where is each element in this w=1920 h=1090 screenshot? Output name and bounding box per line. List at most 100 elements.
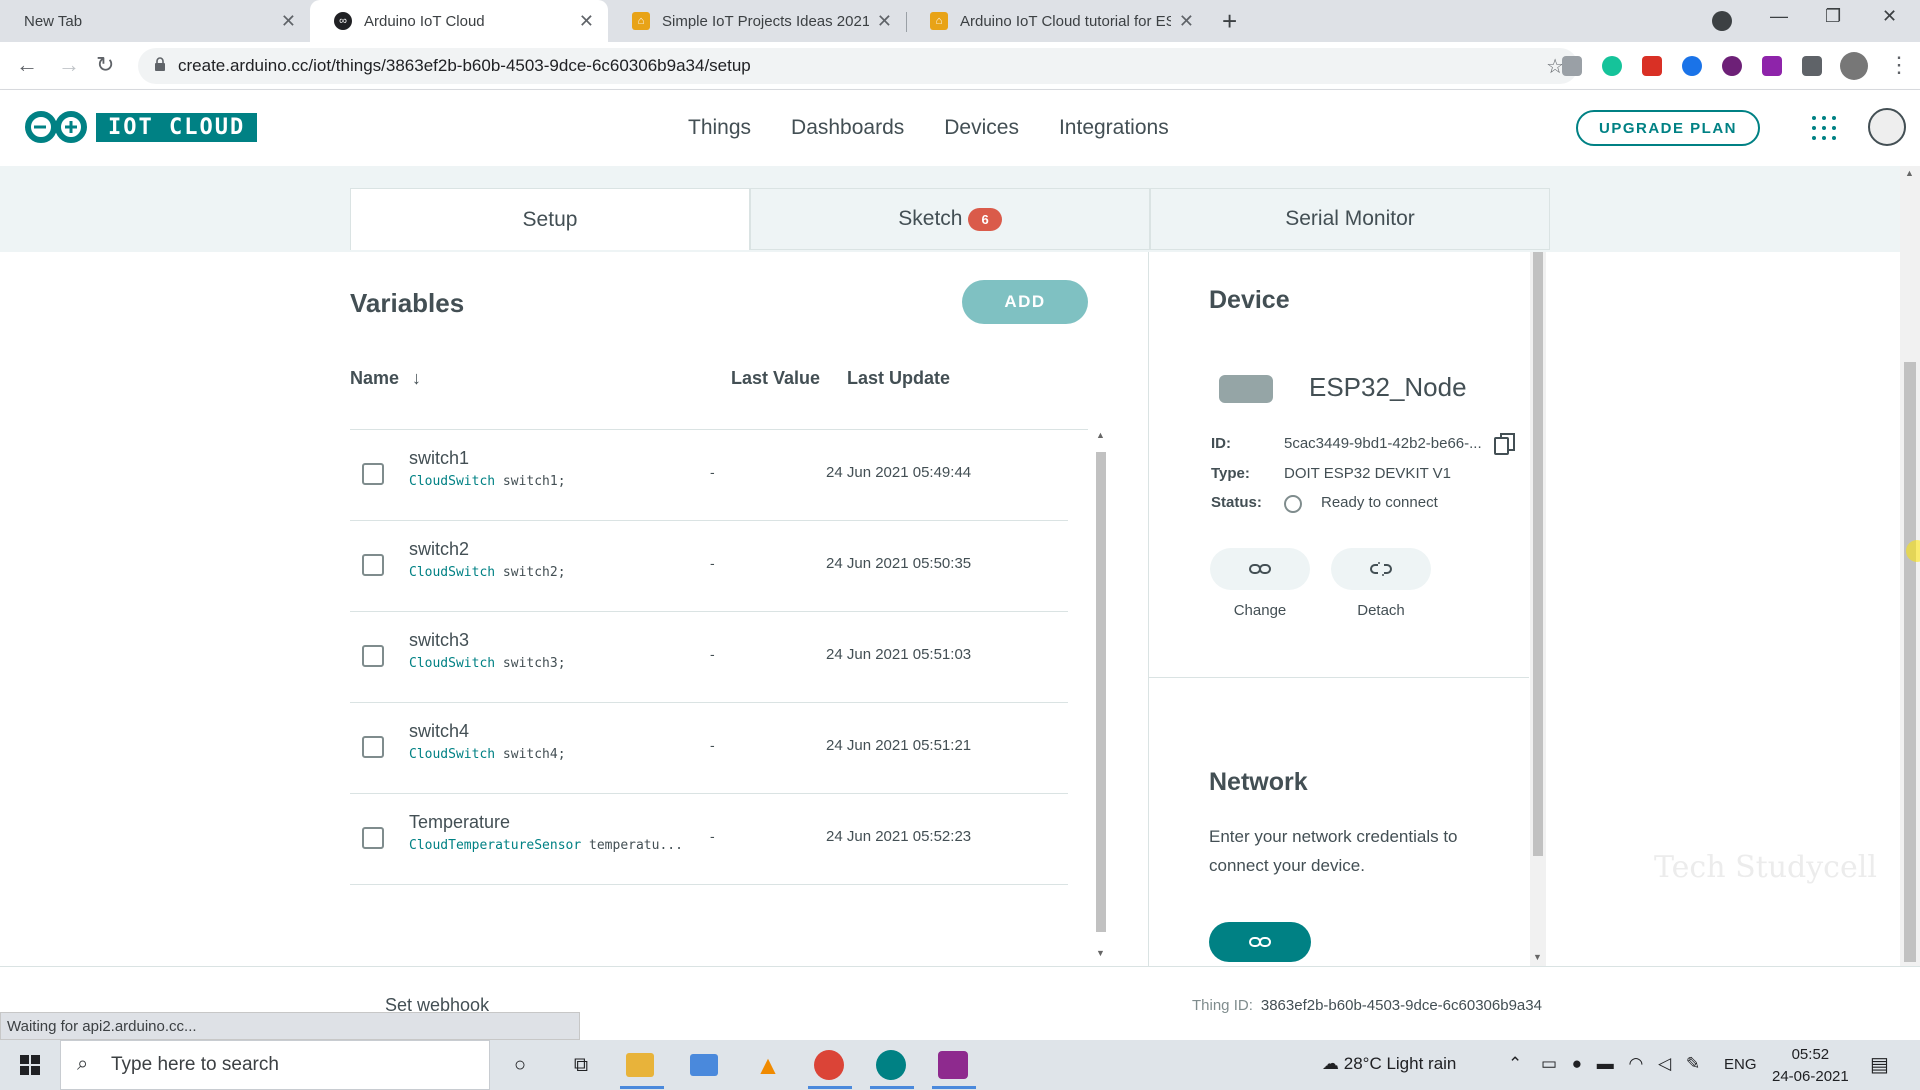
scrollbar-thumb[interactable] — [1096, 452, 1106, 932]
table-row[interactable]: Temperature CloudTemperatureSensor tempe… — [350, 794, 1068, 885]
profile-avatar[interactable] — [1840, 52, 1868, 80]
scroll-down-arrow-icon[interactable]: ▼ — [1096, 948, 1105, 958]
nav-devices[interactable]: Devices — [944, 116, 1019, 140]
task-view-icon[interactable]: ⧉ — [565, 1049, 597, 1081]
puzzle-icon[interactable] — [1802, 56, 1822, 76]
minimize-icon[interactable]: — — [1770, 6, 1788, 27]
wifi-icon[interactable]: ◠ — [1629, 1054, 1644, 1073]
cortana-icon[interactable]: ○ — [504, 1049, 536, 1081]
row-checkbox[interactable] — [362, 463, 384, 485]
arduino-ide-icon[interactable] — [876, 1050, 906, 1080]
page-scrollbar[interactable]: ▲ — [1900, 166, 1920, 966]
flash-icon[interactable] — [1642, 56, 1662, 76]
tray-icons[interactable]: ⌃ ▭ ● ▬ ◠ ◁ ✎ — [1508, 1054, 1700, 1074]
variable-type: CloudSwitch — [409, 656, 496, 671]
scroll-down-arrow-icon[interactable]: ▼ — [1533, 952, 1542, 962]
row-checkbox[interactable] — [362, 736, 384, 758]
variable-name[interactable]: switch3 — [409, 630, 469, 651]
variable-declaration: CloudSwitch switch3; — [409, 656, 566, 671]
table-row[interactable]: switch4 CloudSwitch switch4; - 24 Jun 20… — [350, 703, 1068, 794]
taskbar-search-input[interactable]: ⌕ Type here to search — [60, 1040, 490, 1090]
notification-icon[interactable]: ▤ — [1870, 1052, 1889, 1077]
scroll-up-arrow-icon[interactable]: ▲ — [1096, 430, 1105, 440]
configure-network-button[interactable] — [1209, 922, 1311, 962]
variable-declaration: CloudSwitch switch4; — [409, 747, 566, 762]
detach-label[interactable]: Detach — [1331, 602, 1431, 619]
apps-grid-icon[interactable] — [1812, 116, 1836, 140]
close-icon[interactable]: ✕ — [877, 11, 892, 32]
clock-time: 05:52 — [1791, 1046, 1830, 1063]
back-icon[interactable]: ← — [16, 52, 38, 78]
grammarly-icon[interactable] — [1602, 56, 1622, 76]
globe-extension-icon[interactable] — [1682, 56, 1702, 76]
table-row[interactable]: switch2 CloudSwitch switch2; - 24 Jun 20… — [350, 521, 1068, 612]
tab-search-icon[interactable] — [1712, 11, 1732, 31]
logo[interactable]: IOT CLOUD — [24, 110, 258, 144]
table-row[interactable]: switch3 CloudSwitch switch3; - 24 Jun 20… — [350, 612, 1068, 703]
k-extension-icon[interactable] — [1722, 56, 1742, 76]
variable-last-value: - — [710, 828, 715, 844]
volume-icon[interactable]: ◁ — [1658, 1054, 1671, 1073]
row-checkbox[interactable] — [362, 554, 384, 576]
close-icon[interactable]: ✕ — [1179, 11, 1194, 32]
scrollbar-thumb[interactable] — [1533, 252, 1543, 856]
window-close-icon[interactable]: ✕ — [1882, 6, 1897, 27]
address-bar[interactable]: create.arduino.cc/iot/things/3863ef2b-b6… — [138, 48, 1578, 84]
nav-things[interactable]: Things — [688, 116, 751, 140]
vlc-icon[interactable]: ▲ — [752, 1049, 784, 1081]
col-last-update-header: Last Update — [847, 368, 951, 388]
screen-recorder-icon[interactable] — [938, 1051, 968, 1079]
power-icon[interactable]: ▬ — [1597, 1054, 1614, 1073]
scrollbar-thumb[interactable] — [1904, 362, 1916, 962]
tab-serial-monitor[interactable]: Serial Monitor — [1150, 188, 1550, 250]
restore-icon[interactable]: ❐ — [1825, 6, 1841, 27]
windows-start-icon[interactable] — [20, 1055, 40, 1075]
close-icon[interactable]: ✕ — [281, 11, 296, 32]
chevron-up-icon[interactable]: ⌃ — [1508, 1054, 1522, 1073]
reload-icon[interactable]: ↻ — [96, 52, 114, 78]
browser-tab-arduino[interactable]: ∞ Arduino IoT Cloud ✕ — [310, 0, 608, 42]
pen-icon[interactable]: ✎ — [1686, 1054, 1700, 1073]
col-name-header[interactable]: Name ↓ — [350, 368, 421, 389]
change-device-button[interactable] — [1210, 548, 1310, 590]
detach-device-button[interactable] — [1331, 548, 1431, 590]
taskbar-clock[interactable]: 05:52 24-06-2021 — [1772, 1044, 1849, 1088]
row-checkbox[interactable] — [362, 827, 384, 849]
forward-icon[interactable]: → — [58, 52, 80, 78]
chrome-icon[interactable] — [814, 1050, 844, 1080]
row-checkbox[interactable] — [362, 645, 384, 667]
variables-scrollbar[interactable]: ▲ ▼ — [1094, 430, 1108, 960]
nav-integrations[interactable]: Integrations — [1059, 116, 1169, 140]
file-explorer-icon[interactable] — [626, 1053, 654, 1077]
tab-setup[interactable]: Setup — [350, 188, 750, 250]
browser-tab-new[interactable]: New Tab ✕ — [0, 0, 310, 42]
battery-icon[interactable]: ▭ — [1541, 1054, 1557, 1073]
browser-menu-icon[interactable]: ⋮ — [1888, 52, 1910, 78]
device-panel-scrollbar[interactable]: ▼ — [1530, 252, 1546, 966]
new-tab-icon[interactable]: + — [1222, 6, 1237, 37]
user-avatar[interactable] — [1868, 108, 1906, 146]
desktop-app-icon[interactable] — [690, 1054, 718, 1076]
close-icon[interactable]: ✕ — [579, 11, 594, 32]
tab-title: Arduino IoT Cloud tutorial for ESP — [960, 12, 1171, 30]
scroll-up-arrow-icon[interactable]: ▲ — [1905, 168, 1914, 178]
extension-icon[interactable] — [1562, 56, 1582, 76]
variable-name[interactable]: switch1 — [409, 448, 469, 469]
weather-widget[interactable]: ☁ 28°C Light rain — [1322, 1054, 1456, 1074]
upgrade-plan-button[interactable]: UPGRADE PLAN — [1576, 110, 1760, 146]
nav-dashboards[interactable]: Dashboards — [791, 116, 904, 140]
browser-tab-iot-ideas[interactable]: ⌂ Simple IoT Projects Ideas 2021 - I ✕ — [608, 0, 906, 42]
change-label[interactable]: Change — [1210, 602, 1310, 619]
variable-name[interactable]: Temperature — [409, 812, 510, 833]
microphone-icon[interactable]: ● — [1572, 1054, 1582, 1073]
copy-icon[interactable] — [1494, 432, 1516, 456]
language-indicator[interactable]: ENG — [1724, 1056, 1757, 1073]
variable-name[interactable]: switch4 — [409, 721, 469, 742]
lock-icon — [155, 57, 165, 71]
table-row[interactable]: switch1 CloudSwitch switch1; - 24 Jun 20… — [350, 430, 1068, 521]
variable-name[interactable]: switch2 — [409, 539, 469, 560]
add-variable-button[interactable]: ADD — [962, 280, 1088, 324]
tab-sketch[interactable]: Sketch 6 — [750, 188, 1150, 250]
chart-extension-icon[interactable] — [1762, 56, 1782, 76]
browser-tab-iot-tutorial[interactable]: ⌂ Arduino IoT Cloud tutorial for ESP ✕ — [906, 0, 1208, 42]
